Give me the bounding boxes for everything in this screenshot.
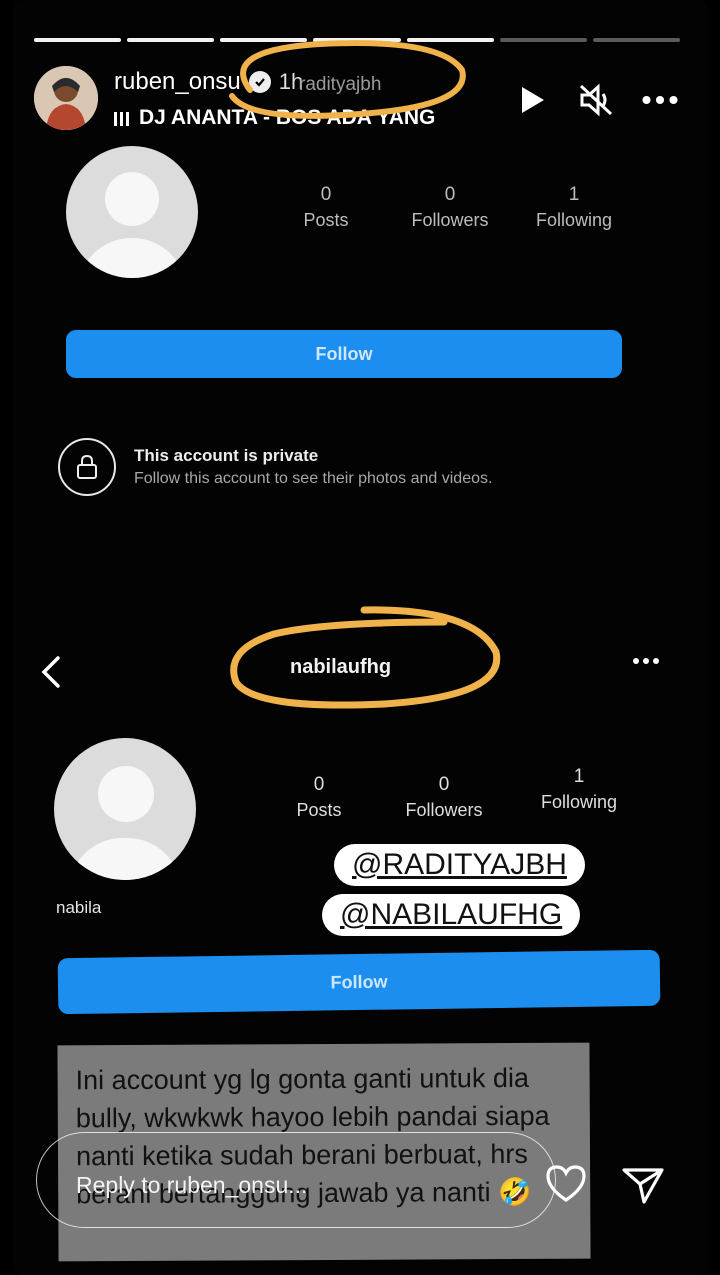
profile2-posts[interactable]: 0 Posts <box>264 774 374 821</box>
profile2-stats: 0 Posts 0 Followers 1 Following <box>264 766 644 821</box>
play-icon[interactable] <box>514 82 550 118</box>
private-title: This account is private <box>134 446 319 465</box>
send-icon[interactable] <box>620 1162 666 1208</box>
music-bars-icon <box>114 110 129 126</box>
profile1-followers[interactable]: 0 Followers <box>382 184 518 231</box>
header-actions <box>514 82 678 118</box>
mention-sticker-1[interactable]: @RADITYAJBH <box>334 844 585 886</box>
mute-icon[interactable] <box>578 82 614 118</box>
private-account-notice: This account is private Follow this acco… <box>58 438 492 496</box>
more-icon[interactable] <box>632 652 660 670</box>
followers-count: 0 <box>438 774 450 795</box>
following-label: Following <box>535 210 613 230</box>
reply-placeholder: Reply to ruben_onsu... <box>76 1172 308 1198</box>
profile2-avatar <box>54 738 196 880</box>
more-icon[interactable] <box>642 82 678 118</box>
profile2-follow-button[interactable]: Follow <box>57 949 661 1015</box>
progress-segment <box>127 38 215 42</box>
story-frame: ruben_onsu 1h DJ ANANTA - BOS ADA YANG r… <box>14 0 708 1275</box>
avatar[interactable] <box>34 66 98 130</box>
posts-count: 0 <box>313 774 325 795</box>
profile2-following[interactable]: 1 Following <box>514 766 644 821</box>
following-count: 1 <box>568 184 580 205</box>
posts-label: Posts <box>296 800 342 820</box>
posts-label: Posts <box>303 210 349 230</box>
back-chevron-icon[interactable] <box>36 652 66 692</box>
posts-count: 0 <box>320 184 332 205</box>
profile1-posts[interactable]: 0 Posts <box>270 184 382 231</box>
mention-sticker-2[interactable]: @NABILAUFHG <box>322 894 581 936</box>
profile1-following[interactable]: 1 Following <box>518 184 630 231</box>
profile1-stats: 0 Posts 0 Followers 1 Following <box>270 184 630 231</box>
followers-label: Followers <box>411 210 489 230</box>
progress-segment <box>34 38 122 42</box>
highlight-circle-1 <box>229 40 466 119</box>
profile1-avatar <box>66 146 198 278</box>
heart-icon[interactable] <box>544 1162 588 1206</box>
followers-label: Followers <box>405 800 483 820</box>
lock-icon <box>58 438 116 496</box>
progress-segment <box>499 38 587 42</box>
followers-count: 0 <box>444 184 456 205</box>
following-count: 1 <box>573 766 585 787</box>
highlight-circle-2 <box>230 606 501 709</box>
progress-segment <box>592 38 680 42</box>
profile2-display-name: nabila <box>56 898 102 917</box>
profile2-followers[interactable]: 0 Followers <box>374 774 514 821</box>
profile1-follow-button[interactable]: Follow <box>66 330 622 378</box>
following-label: Following <box>540 792 618 812</box>
private-subtitle: Follow this account to see their photos … <box>134 470 493 487</box>
